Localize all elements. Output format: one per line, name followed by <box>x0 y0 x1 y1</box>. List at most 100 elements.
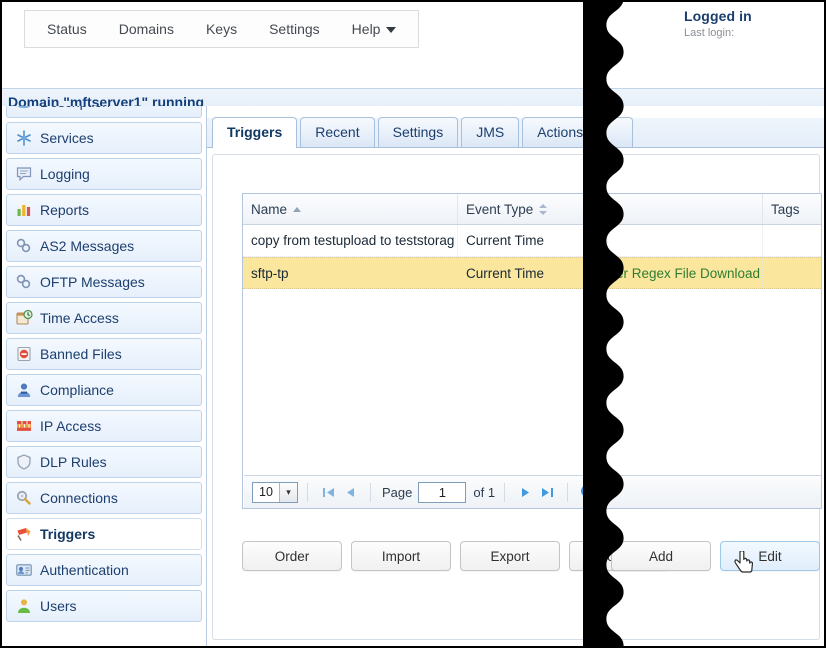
top-bar: Status Domains Keys Settings Help Logged… <box>2 2 824 86</box>
sidebar-item-label: AS2 Messages <box>40 238 135 254</box>
menu-item-keys[interactable]: Keys <box>190 13 253 45</box>
sidebar-item-triggers[interactable]: Triggers <box>6 518 202 550</box>
column-header-tags[interactable]: Tags <box>763 194 821 224</box>
refresh-button[interactable] <box>579 483 597 501</box>
import-button[interactable]: Import <box>351 541 451 571</box>
prev-page-button[interactable] <box>339 481 361 503</box>
edit-button[interactable]: Edit <box>720 541 820 571</box>
cell-name: copy from testupload to teststorag <box>243 225 458 256</box>
sidebar-item-compliance[interactable]: Compliance <box>6 374 202 406</box>
database-icon <box>15 106 33 111</box>
column-header-event-type[interactable]: Event Type <box>458 194 608 224</box>
prev-page-icon <box>346 487 354 497</box>
cell-event-type: Current Time <box>458 258 608 288</box>
sidebar-item-authentication[interactable]: Authentication <box>6 554 202 586</box>
table-header-row: Name Event Type Tags <box>243 194 821 225</box>
order-button[interactable]: Order <box>242 541 342 571</box>
sidebar-item-label: DLP Rules <box>40 454 107 470</box>
menu-item-help[interactable]: Help <box>336 13 413 45</box>
first-page-icon <box>322 487 334 497</box>
page-size-select[interactable]: 10 ▾ <box>252 481 298 503</box>
column-header-action[interactable] <box>608 194 763 224</box>
sidebar-item-label: Description <box>40 106 110 110</box>
menu-item-label: Settings <box>269 21 320 37</box>
chevron-down-icon: ▾ <box>279 482 297 502</box>
main-menu-bar: Status Domains Keys Settings Help <box>24 10 420 48</box>
menu-item-label: Help <box>351 21 381 37</box>
content-area: Triggers Recent Settings JMS Actions Name Ev… <box>207 106 824 646</box>
cell-tags <box>763 225 821 256</box>
triggers-icon <box>15 525 33 543</box>
export-button[interactable]: Export <box>460 541 560 571</box>
table-action-buttons-right: Add Edit Copy <box>611 541 824 571</box>
triggers-table: Name Event Type Tags copy from testuploa… <box>242 193 822 509</box>
next-page-icon <box>521 487 529 497</box>
sidebar-item-oftp-messages[interactable]: OFTP Messages <box>6 266 202 298</box>
menu-item-settings[interactable]: Settings <box>253 13 336 45</box>
menu-item-label: Keys <box>205 21 238 37</box>
compliance-icon <box>15 381 33 399</box>
last-page-button[interactable] <box>536 481 558 503</box>
column-header-label: Tags <box>771 201 800 217</box>
sidebar-item-label: IP Access <box>40 418 102 434</box>
page-number-input[interactable]: 1 <box>418 481 467 503</box>
sidebar-item-description[interactable]: Description <box>6 106 202 118</box>
triggers-panel: Name Event Type Tags copy from testuploa… <box>212 154 822 640</box>
cell-action: er Regex File Download <box>608 258 763 288</box>
sidebar-item-logging[interactable]: Logging <box>6 158 202 190</box>
column-header-label: Event Type <box>466 201 534 217</box>
sidebar-item-as2-messages[interactable]: AS2 Messages <box>6 230 202 262</box>
sidebar-item-label: Authentication <box>40 562 129 578</box>
sort-both-icon <box>539 203 548 215</box>
tab-settings[interactable]: Settings <box>377 117 459 147</box>
sidebar-item-time-access[interactable]: Time Access <box>6 302 202 334</box>
banned-files-icon <box>15 345 33 363</box>
logging-icon <box>15 165 33 183</box>
as2-messages-icon <box>15 237 33 255</box>
ip-access-icon <box>15 417 33 435</box>
menu-item-status[interactable]: Status <box>31 13 103 45</box>
sidebar-item-label: Services <box>40 130 94 146</box>
services-icon <box>15 129 33 147</box>
connections-icon <box>15 489 33 507</box>
page-label: Page <box>382 484 413 500</box>
add-button[interactable]: Add <box>611 541 711 571</box>
refresh-icon <box>581 484 594 498</box>
reports-icon <box>15 201 33 219</box>
sidebar-item-label: Connections <box>40 490 118 506</box>
users-icon <box>15 597 33 615</box>
sidebar-item-label: Compliance <box>40 382 114 398</box>
account-info: Logged in Last login: <box>684 8 824 39</box>
tab-actions[interactable]: Actions <box>522 117 599 147</box>
sidebar-item-services[interactable]: Services <box>6 122 202 154</box>
table-row[interactable]: copy from testupload to teststorag Curre… <box>243 225 821 257</box>
divider <box>504 482 506 502</box>
divider <box>370 482 371 502</box>
time-access-icon <box>15 309 33 327</box>
column-header-name[interactable]: Name <box>243 194 458 224</box>
next-page-button[interactable] <box>514 481 536 503</box>
cell-event-type: Current Time <box>458 225 608 256</box>
tab-jms[interactable]: JMS <box>461 117 520 147</box>
sidebar-item-users[interactable]: Users <box>6 590 202 622</box>
divider <box>307 482 308 502</box>
logged-in-label: Logged in <box>684 8 752 24</box>
tab-triggers[interactable]: Triggers <box>212 117 298 148</box>
cell-action <box>608 225 763 256</box>
sidebar-item-dlp-rules[interactable]: DLP Rules <box>6 446 202 478</box>
app-window: Status Domains Keys Settings Help Logged… <box>0 0 826 648</box>
sidebar-item-banned-files[interactable]: Banned Files <box>6 338 202 370</box>
sidebar-item-ip-access[interactable]: IP Access <box>6 410 202 442</box>
sidebar-item-reports[interactable]: Reports <box>6 194 202 226</box>
first-page-button[interactable] <box>317 481 339 503</box>
menu-item-label: Domains <box>118 21 174 37</box>
divider <box>567 482 569 502</box>
page-size-value: 10 <box>259 485 273 499</box>
menu-item-domains[interactable]: Domains <box>103 13 190 45</box>
sidebar-item-connections[interactable]: Connections <box>6 482 202 514</box>
table-row[interactable]: sftp-tp Current Time er Regex File Downl… <box>243 257 821 289</box>
tab-recent[interactable]: Recent <box>300 117 375 147</box>
oftp-messages-icon <box>15 273 33 291</box>
tab-overflow-partial[interactable] <box>601 117 634 147</box>
last-page-icon <box>541 487 553 497</box>
